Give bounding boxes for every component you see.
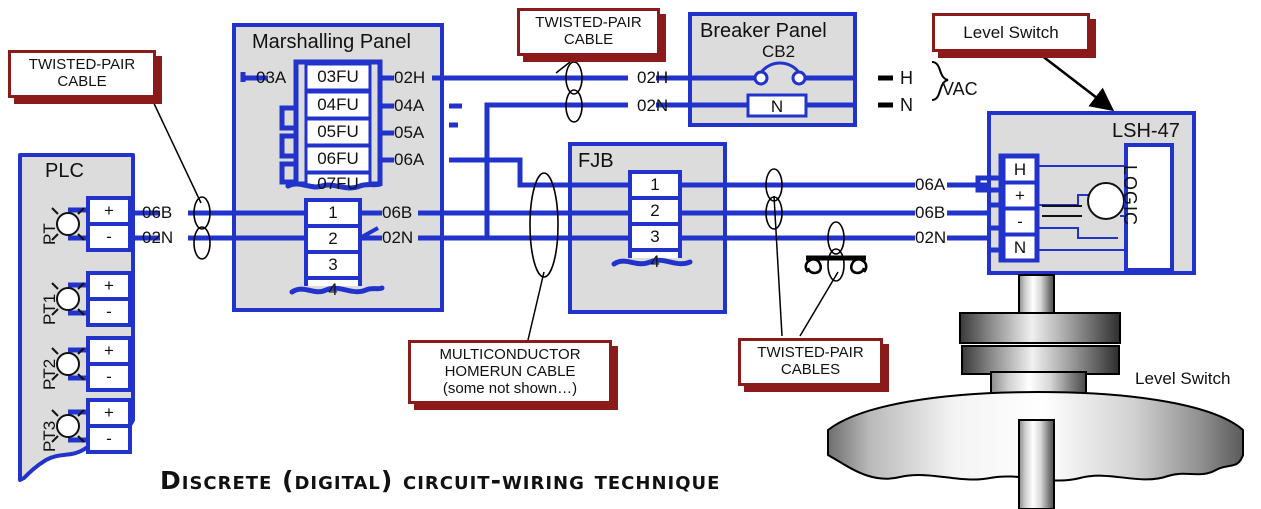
bus-terminal-n: N — [900, 95, 913, 115]
marshalling-terminal-4: 4 — [328, 280, 338, 299]
callout-twisted-pair-cable-left: TWISTED-PAIR CABLE — [8, 50, 156, 98]
plc-channel-label-pt1: PT1 — [40, 293, 59, 325]
plc-channel-label-pt: PT — [40, 223, 59, 245]
plc-terminal-minus: - — [106, 227, 112, 246]
plc-terminal-plus: + — [104, 276, 114, 295]
marshalling-out-label-06b: 06B — [382, 203, 413, 222]
fjb-terminal-2: 2 — [650, 201, 660, 220]
plc-title: PLC — [45, 160, 84, 182]
lsh47-terminal-n: N — [1013, 238, 1027, 257]
lsh47-terminal-minus: - — [1017, 212, 1023, 231]
bus-label-02n: 02N — [637, 96, 669, 115]
leader-tp-left — [149, 94, 202, 204]
tp-symbol-marshalling-top — [565, 61, 583, 123]
field-wire-label-02n: 02N — [915, 228, 947, 247]
level-switch-illustration — [827, 274, 1244, 509]
lsh47-tag: LSH-47 — [1112, 120, 1180, 142]
fuse-out-label-04a: 04A — [394, 96, 425, 115]
bus-label-02h: 02H — [637, 68, 669, 87]
fuse-out-label-02h: 02H — [394, 68, 426, 87]
fuse-cell-06fu: 06FU — [317, 149, 359, 168]
tp-symbol-field-02n — [827, 221, 845, 282]
callout-line: MULTICONDUCTOR — [439, 346, 581, 363]
callout-multiconductor-homerun: MULTICONDUCTOR HOMERUN CABLE (some not s… — [408, 340, 612, 405]
marshalling-terminal-3: 3 — [328, 255, 338, 274]
callout-line: CABLE — [57, 72, 107, 90]
plc-terminal-plus: + — [104, 341, 114, 360]
callout-line: CABLES — [780, 360, 841, 378]
marshalling-out-label-02n: 02N — [382, 228, 414, 247]
fuse-out-label-06a: 06A — [394, 150, 425, 169]
callout-line: TWISTED-PAIR — [757, 344, 864, 361]
breaker-label-cb2: CB2 — [762, 42, 796, 61]
field-wire-label-06a: 06A — [915, 175, 946, 194]
fuse-cell-04fu: 04FU — [317, 95, 359, 114]
level-switch-caption: Level Switch — [1135, 369, 1231, 388]
fuse-cell-03fu: 03FU — [317, 67, 359, 86]
lsh47-terminal-plus: + — [1015, 186, 1025, 205]
plc-terminal-minus: - — [106, 302, 112, 321]
callout-twisted-pair-cable-top: TWISTED-PAIR CABLE — [517, 8, 660, 56]
wire-06a-run — [449, 157, 545, 188]
diagram-title: Discrete (digital) circuit-wiring techni… — [160, 466, 721, 495]
fjb-terminal-1: 1 — [650, 175, 660, 194]
plc-terminal-minus: - — [106, 429, 112, 448]
callout-twisted-pair-cables: TWISTED-PAIR CABLES — [738, 338, 883, 386]
plc-terminal-plus: + — [104, 403, 114, 422]
leader-multiconductor — [527, 271, 545, 341]
arrow-level-switch — [1027, 43, 1115, 112]
callout-line: TWISTED-PAIR — [28, 56, 136, 73]
fjb-terminal-3: 3 — [650, 227, 660, 246]
marshalling-terminal-1: 1 — [328, 203, 338, 222]
lsh47-logic-block-label: LOGIC — [1120, 165, 1140, 227]
fjb-title: FJB — [578, 150, 614, 172]
callout-line: TWISTED-PAIR — [535, 14, 642, 31]
bus-terminal-h: H — [900, 68, 913, 88]
fjb-terminal-4: 4 — [650, 252, 660, 271]
cable-gland-symbol — [804, 255, 868, 275]
callout-line: (some not shown…) — [442, 379, 578, 397]
marshalling-panel-title: Marshalling Panel — [252, 31, 411, 53]
leader-tp-cables-a — [773, 195, 783, 337]
plc-terminal-plus: + — [104, 201, 114, 220]
neutral-block-label: N — [770, 97, 784, 116]
supply-label-vac: VAC — [942, 79, 978, 99]
callout-line: HOMERUN CABLE — [444, 362, 576, 380]
plc-terminal-minus: - — [106, 367, 112, 386]
marshalling-terminal-2: 2 — [328, 229, 338, 248]
plc-wire-label-06b: 06B — [142, 203, 173, 222]
breaker-panel-title: Breaker Panel — [700, 20, 827, 42]
plc-channel-label-pt3: PT3 — [40, 420, 59, 452]
callout-line: Level Switch — [963, 23, 1059, 42]
fuse-cell-07fu: 07FU — [317, 174, 359, 193]
fuse-out-label-05a: 05A — [394, 123, 425, 142]
plc-channel-label-pt2: PT2 — [40, 358, 59, 390]
callout-line: CABLE — [563, 30, 614, 48]
fuse-cell-05fu: 05FU — [317, 122, 359, 141]
multiconductor-bundle-symbol — [529, 172, 559, 278]
lsh47-terminal-h: H — [1013, 160, 1027, 179]
marshalling-left-tag-03a: 03A — [256, 68, 287, 87]
wiring-diagram-canvas: TWISTED-PAIR CABLE TWISTED-PAIR CABLE Le… — [0, 0, 1261, 509]
callout-level-switch-top: Level Switch — [932, 13, 1090, 53]
tp-symbol-plc — [193, 196, 211, 260]
leader-tp-cables-b — [799, 271, 839, 337]
field-wire-label-06b: 06B — [915, 203, 946, 222]
plc-wire-label-02n: 02N — [142, 228, 174, 247]
